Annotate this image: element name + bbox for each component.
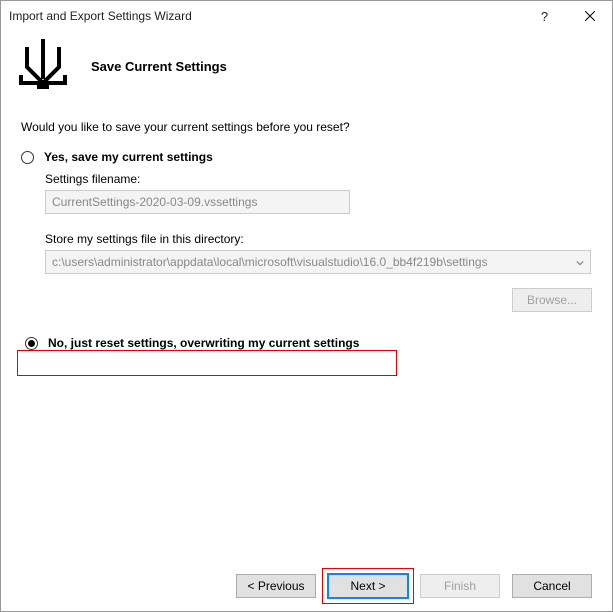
option-no-label: No, just reset settings, overwriting my … — [48, 336, 359, 350]
footer-buttons: < Previous Next > Finish Cancel — [1, 561, 612, 611]
wizard-dialog: Import and Export Settings Wizard ? Save… — [0, 0, 613, 612]
next-button[interactable]: Next > — [328, 574, 408, 598]
directory-label: Store my settings file in this directory… — [45, 232, 592, 246]
filename-label: Settings filename: — [45, 172, 592, 186]
browse-button: Browse... — [512, 288, 592, 312]
chevron-down-icon — [576, 259, 584, 267]
titlebar: Import and Export Settings Wizard ? — [1, 1, 612, 31]
page-title: Save Current Settings — [91, 59, 227, 74]
option-no-row[interactable]: No, just reset settings, overwriting my … — [25, 336, 388, 350]
option-yes-label: Yes, save my current settings — [44, 150, 213, 164]
close-button[interactable] — [567, 1, 612, 31]
option-yes-row[interactable]: Yes, save my current settings — [21, 150, 592, 164]
cancel-button[interactable]: Cancel — [512, 574, 592, 598]
radio-yes[interactable] — [21, 151, 34, 164]
close-icon — [585, 11, 595, 21]
content-area: Would you like to save your current sett… — [1, 112, 612, 561]
yes-subsection: Settings filename: Store my settings fil… — [45, 172, 592, 312]
wizard-header: Save Current Settings — [1, 31, 612, 112]
window-title: Import and Export Settings Wizard — [9, 9, 522, 23]
import-export-icon — [17, 39, 69, 94]
filename-input — [45, 190, 350, 214]
help-button[interactable]: ? — [522, 1, 567, 31]
finish-button: Finish — [420, 574, 500, 598]
prompt-text: Would you like to save your current sett… — [21, 120, 592, 134]
directory-value: c:\users\administrator\appdata\local\mic… — [52, 255, 488, 269]
radio-no[interactable] — [25, 337, 38, 350]
directory-select: c:\users\administrator\appdata\local\mic… — [45, 250, 591, 274]
previous-button[interactable]: < Previous — [236, 574, 316, 598]
